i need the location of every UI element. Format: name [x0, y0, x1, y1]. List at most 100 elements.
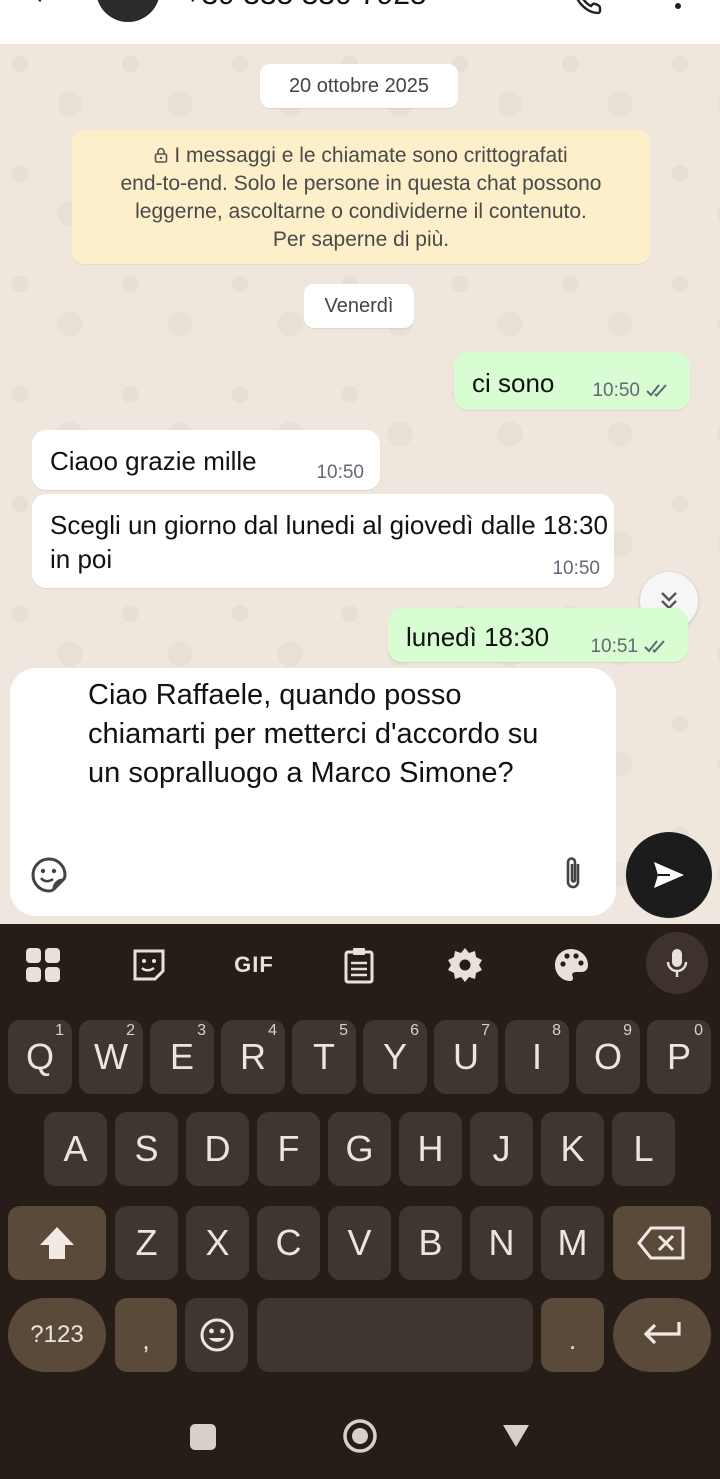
key-g[interactable]: G	[328, 1112, 391, 1186]
chat-header: +39 335 330 7925	[0, 0, 720, 44]
sticker-icon[interactable]	[30, 856, 68, 894]
key-a[interactable]: A	[44, 1112, 107, 1186]
incoming-message[interactable]: Scegli un giorno dal lunedi al giovedì d…	[32, 494, 614, 588]
key-q[interactable]: Q1	[8, 1020, 72, 1094]
key-h[interactable]: H	[399, 1112, 462, 1186]
key-u[interactable]: U7	[434, 1020, 498, 1094]
key-v[interactable]: V	[328, 1206, 391, 1280]
backspace-key[interactable]	[613, 1206, 711, 1280]
outgoing-message[interactable]: ci sono 10:50	[454, 352, 690, 410]
shift-arrow-icon	[40, 1227, 74, 1259]
theme-palette-icon[interactable]	[552, 946, 590, 984]
back-arrow-icon[interactable]	[28, 0, 52, 6]
key-label: Q	[25, 1036, 54, 1077]
emoji-smiley-icon	[200, 1318, 234, 1352]
settings-gear-icon[interactable]	[446, 946, 484, 984]
encryption-notice[interactable]: I messaggi e le chiamate sono crittograf…	[72, 130, 650, 264]
outgoing-message[interactable]: lunedì 18:30 10:51	[388, 608, 688, 662]
enter-key[interactable]	[613, 1298, 711, 1372]
key-l[interactable]: L	[612, 1112, 675, 1186]
add-call-icon[interactable]	[574, 0, 604, 14]
message-time: 10:51	[590, 636, 638, 657]
key-j[interactable]: J	[470, 1112, 533, 1186]
recent-apps-button[interactable]	[190, 1424, 216, 1450]
key-label: I	[531, 1036, 542, 1077]
key-s[interactable]: S	[115, 1112, 178, 1186]
key-number: 6	[410, 1022, 419, 1039]
key-o[interactable]: O9	[576, 1020, 640, 1094]
voice-input-button[interactable]	[646, 932, 708, 994]
key-label: R	[240, 1036, 266, 1077]
key-n[interactable]: N	[470, 1206, 533, 1280]
key-y[interactable]: Y6	[363, 1020, 427, 1094]
message-text: Scegli un giorno dal lunedi al giovedì d…	[50, 510, 608, 574]
message-meta: 10:50	[592, 380, 672, 402]
key-z[interactable]: Z	[115, 1206, 178, 1280]
key-d[interactable]: D	[186, 1112, 249, 1186]
system-navigation-bar	[0, 1404, 720, 1479]
emoji-key[interactable]	[185, 1298, 248, 1372]
key-m[interactable]: M	[541, 1206, 604, 1280]
comma-key[interactable]: ,	[115, 1298, 177, 1372]
message-text: lunedì 18:30	[406, 622, 550, 652]
space-key[interactable]	[257, 1298, 533, 1372]
incoming-message[interactable]: Ciaoo grazie mille 10:50	[32, 430, 380, 490]
encryption-line-1: I messaggi e le chiamate sono crittograf…	[72, 142, 650, 170]
send-button[interactable]	[626, 832, 712, 918]
contact-name[interactable]: +39 335 330 7925	[184, 0, 427, 12]
keyboard: GIF Q1 W2 E3 R4 T5 Y6 U7 I8 O9 P0 A S D …	[0, 924, 720, 1404]
message-meta: 10:51	[590, 636, 670, 658]
symbols-key[interactable]: ?123	[8, 1298, 106, 1372]
key-number: 8	[552, 1022, 561, 1039]
key-i[interactable]: I8	[505, 1020, 569, 1094]
key-label: P	[666, 1036, 691, 1077]
period-key[interactable]: .	[541, 1298, 604, 1372]
encryption-text-2: end-to-end. Solo le persone in questa ch…	[120, 172, 602, 195]
message-text: Ciaoo grazie mille	[50, 446, 257, 476]
key-x[interactable]: X	[186, 1206, 249, 1280]
contact-avatar[interactable]	[96, 0, 160, 22]
key-number: 4	[268, 1022, 277, 1039]
key-e[interactable]: E3	[150, 1020, 214, 1094]
clipboard-icon[interactable]	[340, 946, 378, 984]
key-number: 1	[55, 1022, 64, 1039]
encryption-text-1: I messaggi e le chiamate sono crittograf…	[174, 144, 568, 167]
message-time: 10:50	[552, 558, 600, 579]
key-number: 2	[126, 1022, 135, 1039]
encryption-text-3: leggerne, ascoltarne o condividerne il c…	[135, 200, 587, 223]
key-w[interactable]: W2	[79, 1020, 143, 1094]
key-p[interactable]: P0	[647, 1020, 711, 1094]
message-input[interactable]	[88, 676, 548, 836]
key-k[interactable]: K	[541, 1112, 604, 1186]
gif-button[interactable]: GIF	[230, 952, 278, 978]
shift-key[interactable]	[8, 1206, 106, 1280]
key-f[interactable]: F	[257, 1112, 320, 1186]
message-text: ci sono	[472, 368, 555, 398]
sticker-icon[interactable]	[130, 946, 168, 984]
key-b[interactable]: B	[399, 1206, 462, 1280]
key-label: Y	[382, 1036, 407, 1077]
apps-grid-icon[interactable]	[24, 946, 62, 984]
send-arrow-icon	[654, 862, 684, 888]
compose-bar	[10, 668, 616, 916]
key-label: O	[593, 1036, 622, 1077]
key-number: 7	[481, 1022, 490, 1039]
more-options-icon[interactable]	[672, 0, 684, 10]
back-triangle-icon[interactable]	[502, 1424, 530, 1448]
attachment-icon[interactable]	[560, 854, 586, 894]
backspace-icon	[637, 1226, 685, 1260]
key-r[interactable]: R4	[221, 1020, 285, 1094]
enter-arrow-icon	[643, 1322, 681, 1345]
home-button[interactable]	[342, 1418, 378, 1454]
key-number: 0	[694, 1022, 703, 1039]
key-label: W	[94, 1036, 128, 1077]
key-number: 5	[339, 1022, 348, 1039]
key-c[interactable]: C	[257, 1206, 320, 1280]
keyboard-toolbar: GIF	[0, 924, 720, 1004]
key-t[interactable]: T5	[292, 1020, 356, 1094]
read-ticks-icon	[646, 384, 667, 397]
read-ticks-icon	[644, 640, 665, 653]
key-number: 9	[623, 1022, 632, 1039]
key-label: E	[169, 1036, 194, 1077]
key-label: U	[453, 1036, 479, 1077]
